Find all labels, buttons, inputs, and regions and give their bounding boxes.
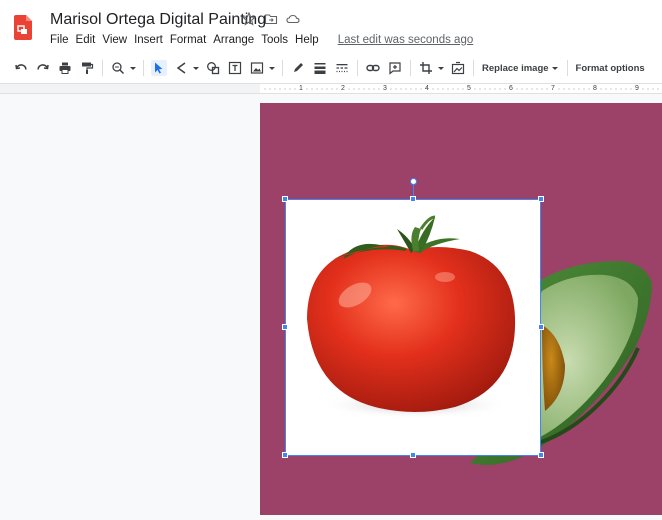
paint-format-icon[interactable]: [79, 60, 95, 76]
ruler-label: 7: [551, 85, 555, 92]
resize-handle-top-right[interactable]: [538, 196, 544, 202]
menu-bar: File Edit View Insert Format Arrange Too…: [50, 34, 473, 46]
resize-handle-left[interactable]: [282, 324, 288, 330]
ruler-label: 5: [467, 85, 471, 92]
toolbar-separator: [473, 60, 474, 76]
ruler-label: 4: [425, 85, 429, 92]
document-title[interactable]: Marisol Ortega Digital Painting: [50, 11, 266, 29]
zoom-dropdown-caret-icon[interactable]: [129, 60, 137, 76]
menu-tools[interactable]: Tools: [261, 34, 293, 46]
comment-icon[interactable]: [387, 60, 403, 76]
crop-dropdown-caret-icon[interactable]: [437, 60, 445, 76]
ruler-label: 6: [509, 85, 513, 92]
format-options-button[interactable]: Format options: [576, 63, 645, 74]
menu-edit[interactable]: Edit: [76, 34, 101, 46]
tomato-image[interactable]: [285, 199, 541, 455]
menu-format[interactable]: Format: [170, 34, 211, 46]
line-weight-icon[interactable]: [312, 60, 328, 76]
mask-image-icon[interactable]: [450, 60, 466, 76]
move-to-folder-icon[interactable]: [264, 12, 278, 26]
menu-file[interactable]: File: [50, 34, 74, 46]
resize-handle-top-left[interactable]: [282, 196, 288, 202]
ruler-label: 1: [299, 85, 303, 92]
cloud-status-icon[interactable]: [286, 12, 300, 26]
toolbar-separator: [566, 60, 568, 76]
toolbar-separator: [282, 60, 283, 76]
toolbar-separator: [143, 60, 144, 76]
toolbar-separator: [357, 60, 358, 76]
toolbar: Replace image Format options: [10, 57, 662, 79]
replace-image-button[interactable]: Replace image: [482, 63, 559, 74]
menu-help[interactable]: Help: [295, 34, 324, 46]
link-icon[interactable]: [365, 60, 381, 76]
shape-icon[interactable]: [205, 60, 221, 76]
select-icon[interactable]: [151, 60, 167, 76]
rotate-handle[interactable]: [410, 178, 417, 185]
chevron-down-icon: [551, 67, 558, 70]
star-icon[interactable]: [241, 11, 257, 26]
resize-handle-bottom-right[interactable]: [538, 452, 544, 458]
line-dash-icon[interactable]: [334, 60, 350, 76]
print-icon[interactable]: [57, 60, 73, 76]
pen-color-icon[interactable]: [290, 60, 306, 76]
toolbar-separator: [410, 60, 411, 76]
header: Marisol Ortega Digital Painting File Edi…: [0, 0, 662, 54]
menu-insert[interactable]: Insert: [134, 34, 168, 46]
crop-icon[interactable]: [418, 60, 434, 76]
ruler-active-area: 1 2 3 4 5 6 7 8 9: [260, 84, 662, 93]
ruler-label: 2: [341, 85, 345, 92]
resize-handle-right[interactable]: [538, 324, 544, 330]
text-box-icon[interactable]: [227, 60, 243, 76]
slides-logo-icon[interactable]: [14, 15, 32, 40]
line-icon[interactable]: [173, 60, 189, 76]
resize-handle-top[interactable]: [410, 196, 416, 202]
menu-view[interactable]: View: [102, 34, 132, 46]
line-dropdown-caret-icon[interactable]: [192, 60, 200, 76]
canvas-workspace[interactable]: [0, 94, 662, 520]
image-dropdown-caret-icon[interactable]: [268, 60, 276, 76]
ruler-label: 8: [593, 85, 597, 92]
last-edit-link[interactable]: Last edit was seconds ago: [338, 34, 474, 46]
title-icons: [241, 11, 300, 26]
horizontal-ruler[interactable]: 1 2 3 4 5 6 7 8 9: [0, 83, 662, 94]
ruler-label: 9: [635, 85, 639, 92]
zoom-icon[interactable]: [110, 60, 126, 76]
undo-icon[interactable]: [13, 60, 29, 76]
resize-handle-bottom-left[interactable]: [282, 452, 288, 458]
resize-handle-bottom[interactable]: [410, 452, 416, 458]
ruler-label: 3: [383, 85, 387, 92]
image-icon[interactable]: [249, 60, 265, 76]
replace-image-label: Replace image: [482, 62, 549, 74]
toolbar-separator: [102, 60, 103, 76]
redo-icon[interactable]: [35, 60, 51, 76]
menu-arrange[interactable]: Arrange: [213, 34, 259, 46]
